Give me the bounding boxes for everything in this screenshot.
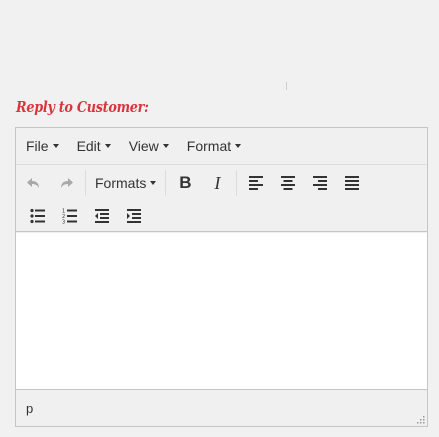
menu-edit[interactable]: Edit: [77, 138, 111, 154]
numbered-list-icon: 1 2 3: [62, 209, 77, 225]
formats-label: Formats: [95, 175, 147, 191]
menu-view-label: View: [128, 138, 159, 154]
chevron-down-icon: [104, 144, 111, 148]
align-justify-icon: [345, 176, 360, 190]
redo-icon: [61, 178, 73, 188]
align-right-button[interactable]: [304, 169, 336, 197]
bullet-list-button[interactable]: [22, 202, 54, 230]
indent-icon: [127, 209, 141, 223]
resize-handle-icon[interactable]: [415, 414, 425, 424]
italic-button[interactable]: I: [201, 169, 233, 197]
editor-toolbar-row-2: 1 2 3: [16, 201, 427, 232]
rich-text-editor: File Edit View Format Formats B I 1 2 3 …: [15, 127, 428, 427]
align-center-icon: [281, 176, 296, 190]
indent-button[interactable]: [118, 202, 150, 230]
editor-menubar: File Edit View Format: [16, 128, 427, 165]
editor-toolbar-row-1: Formats B I: [16, 165, 427, 201]
toolbar-separator: [165, 170, 167, 196]
outdent-icon: [95, 209, 109, 223]
text-cursor-mark: [286, 82, 287, 90]
element-path[interactable]: p: [26, 401, 33, 416]
align-right-icon: [313, 176, 328, 190]
chevron-down-icon: [150, 181, 157, 185]
bold-button[interactable]: B: [169, 169, 201, 197]
menu-format[interactable]: Format: [186, 138, 242, 154]
chevron-down-icon: [52, 144, 59, 148]
formats-dropdown[interactable]: Formats: [89, 169, 162, 197]
chevron-down-icon: [235, 144, 242, 148]
italic-icon: I: [214, 172, 221, 193]
menu-file[interactable]: File: [26, 138, 59, 154]
menu-edit-label: Edit: [76, 138, 101, 154]
undo-button[interactable]: [18, 169, 50, 197]
svg-text:3: 3: [62, 220, 65, 225]
toolbar-separator: [236, 170, 238, 196]
bold-icon: B: [179, 173, 192, 192]
undo-icon: [27, 178, 39, 188]
chevron-down-icon: [162, 144, 169, 148]
editor-content-area[interactable]: [16, 233, 427, 390]
align-justify-button[interactable]: [336, 169, 368, 197]
redo-button[interactable]: [50, 169, 82, 197]
menu-view[interactable]: View: [129, 138, 169, 154]
align-left-button[interactable]: [240, 169, 272, 197]
reply-heading: Reply to Customer:: [16, 98, 149, 116]
editor-statusbar: p: [16, 390, 427, 426]
toolbar-separator: [85, 170, 86, 196]
menu-format-label: Format: [186, 138, 232, 154]
numbered-list-button[interactable]: 1 2 3: [54, 202, 86, 230]
outdent-button[interactable]: [86, 202, 118, 230]
menu-file-label: File: [26, 138, 49, 154]
bullet-list-icon: [30, 208, 45, 224]
align-left-icon: [249, 176, 264, 190]
align-center-button[interactable]: [272, 169, 304, 197]
